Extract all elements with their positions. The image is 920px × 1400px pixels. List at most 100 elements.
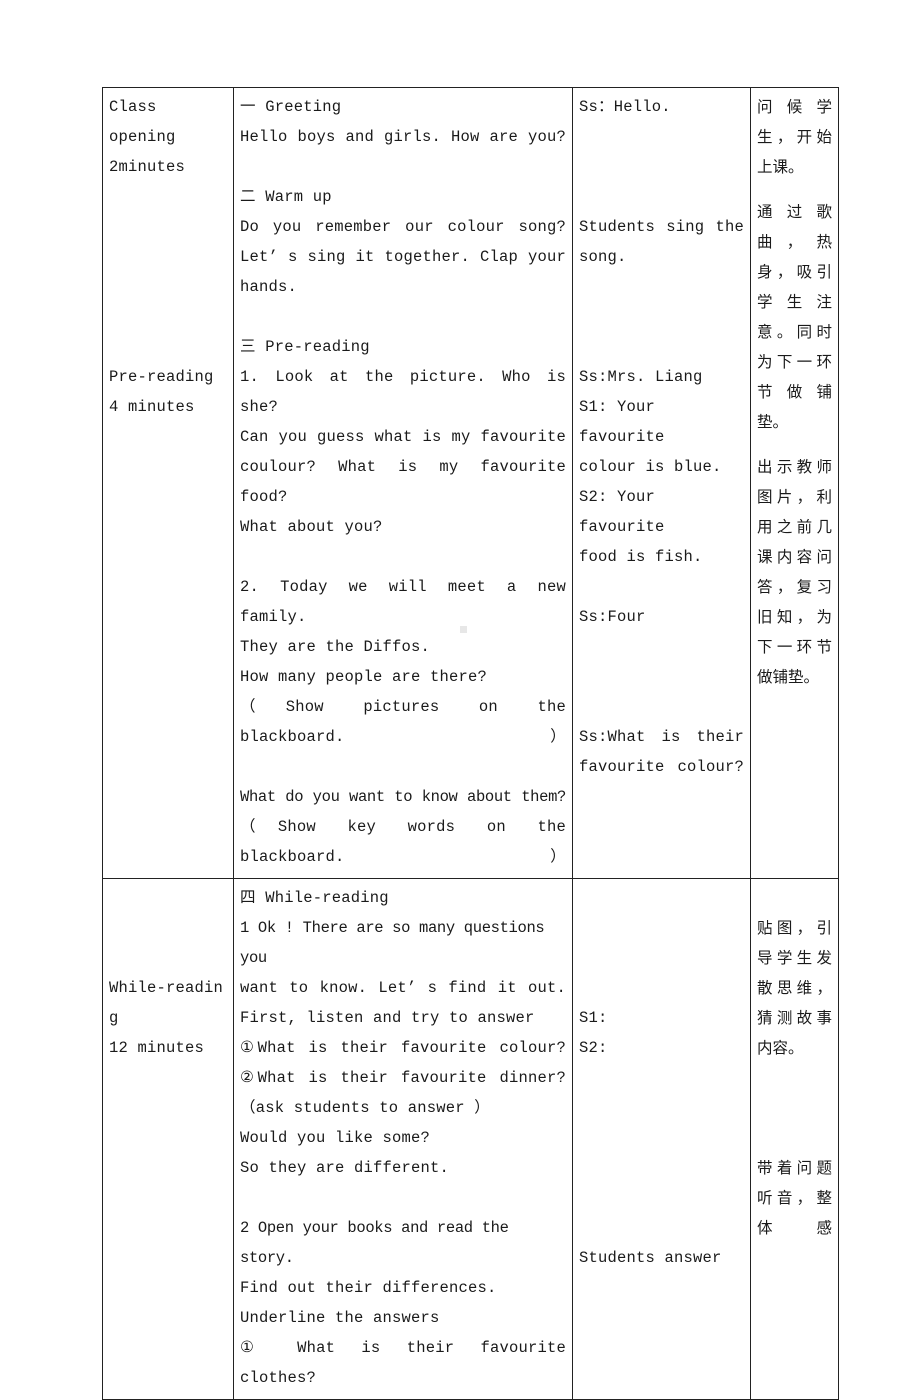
response-line: Students answer xyxy=(579,1249,722,1267)
page-artifact-mark xyxy=(460,626,467,633)
stage-label: Pre-reading xyxy=(109,368,214,386)
activity-heading: 三 Pre-reading xyxy=(240,338,370,356)
response-line: S1: xyxy=(579,1009,608,1027)
response-line: Ss:What is their xyxy=(579,728,744,746)
activity-line: Hello boys and girls. How are you? xyxy=(240,128,566,146)
activity-heading: 一 Greeting xyxy=(240,98,342,116)
response-line: S2: Your favourite xyxy=(579,488,665,536)
response-line: Ss:Four xyxy=(579,608,646,626)
note-paragraph: 问候学生，开始上课。 xyxy=(757,98,832,176)
activity-line: hands. xyxy=(240,278,298,296)
stage-label: Class opening xyxy=(109,98,176,146)
note-paragraph: 出示教师图片，利用之前几课内容问答，复习旧知，为下一环节做铺垫。 xyxy=(757,458,832,686)
table-row: Class opening 2minutes Pre-reading 4 min… xyxy=(102,87,839,879)
response-line: Ss:Mrs. Liang xyxy=(579,368,703,386)
activity-line: Underline the answers xyxy=(240,1309,440,1327)
stage-cell: Class opening 2minutes Pre-reading 4 min… xyxy=(102,87,234,879)
activity-heading: 四 While-reading xyxy=(240,889,389,907)
stage-label: While-readin xyxy=(109,979,224,997)
activity-heading: 二 Warm up xyxy=(240,188,332,206)
activity-cell: 一 Greeting Hello boys and girls. How are… xyxy=(233,87,576,879)
activity-line: ① What is their favourite clothes? xyxy=(240,1339,576,1387)
stage-time: 2minutes xyxy=(109,158,186,176)
document-page: Class opening 2minutes Pre-reading 4 min… xyxy=(0,0,920,1400)
activity-line: Would you like some? xyxy=(240,1129,431,1147)
activity-line: want to know. Let’ s find it out. xyxy=(240,979,566,997)
activity-line: 2. Today we will meet a new family. xyxy=(240,578,576,626)
activity-line: （Show key words on the blackboard.） xyxy=(240,818,576,866)
activity-line: 1. Look at the picture. Who is she? xyxy=(240,368,576,416)
activity-line: ②What is their favourite dinner? xyxy=(240,1069,566,1087)
note-paragraph: 通过歌曲，热身，吸引学生注意。同时为下一环节做铺垫。 xyxy=(757,203,832,431)
activity-line: How many people are there? xyxy=(240,668,488,686)
activity-line: （ask students to answer ） xyxy=(240,1099,490,1117)
table-row: While-readin g 12 minutes 四 While-readin… xyxy=(102,878,839,1400)
activity-line: ①What is their favourite colour? xyxy=(240,1039,566,1057)
response-line: food is fish. xyxy=(579,548,703,566)
response-line: Ss：Hello. xyxy=(579,98,671,116)
response-line: S1: Your favourite xyxy=(579,398,665,446)
response-line: favourite colour? xyxy=(579,758,744,776)
lesson-plan-table: Class opening 2minutes Pre-reading 4 min… xyxy=(102,87,839,1400)
note-cell: 贴图，引导学生发散思维，猜测故事内容。 带着问题听音，整体感 xyxy=(750,878,839,1400)
activity-line: coulour? What is my favourite food? xyxy=(240,458,576,506)
response-line: song. xyxy=(579,248,627,266)
activity-line: Let’ s sing it together. Clap your xyxy=(240,248,566,266)
response-line: S2: xyxy=(579,1039,608,1057)
activity-line: What do you want to know about them? xyxy=(240,788,566,806)
activity-line: 1 Ok ! There are so many questions you xyxy=(240,919,554,967)
activity-line: 2 Open your books and read the story. xyxy=(240,1219,518,1267)
stage-cell: While-readin g 12 minutes xyxy=(102,878,234,1400)
activity-line: So they are different. xyxy=(240,1159,450,1177)
stage-time: 12 minutes xyxy=(109,1039,205,1057)
note-paragraph: 贴图，引导学生发散思维，猜测故事内容。 xyxy=(757,919,832,1057)
activity-line: What about you? xyxy=(240,518,383,536)
activity-line: First, listen and try to answer xyxy=(240,1009,535,1027)
activity-line: They are the Diffos. xyxy=(240,638,431,656)
activity-cell: 四 While-reading 1 Ok ! There are so many… xyxy=(233,878,576,1400)
response-line: colour is blue. xyxy=(579,458,722,476)
response-cell: Ss：Hello. Students sing the song. Ss:Mrs… xyxy=(572,87,751,879)
stage-label-continued: g xyxy=(109,1009,119,1027)
response-line: Students sing the xyxy=(579,218,744,236)
stage-time: 4 minutes xyxy=(109,398,195,416)
note-cell: 问候学生，开始上课。 通过歌曲，热身，吸引学生注意。同时为下一环节做铺垫。 出示… xyxy=(750,87,839,879)
activity-line: Find out their differences. xyxy=(240,1279,497,1297)
